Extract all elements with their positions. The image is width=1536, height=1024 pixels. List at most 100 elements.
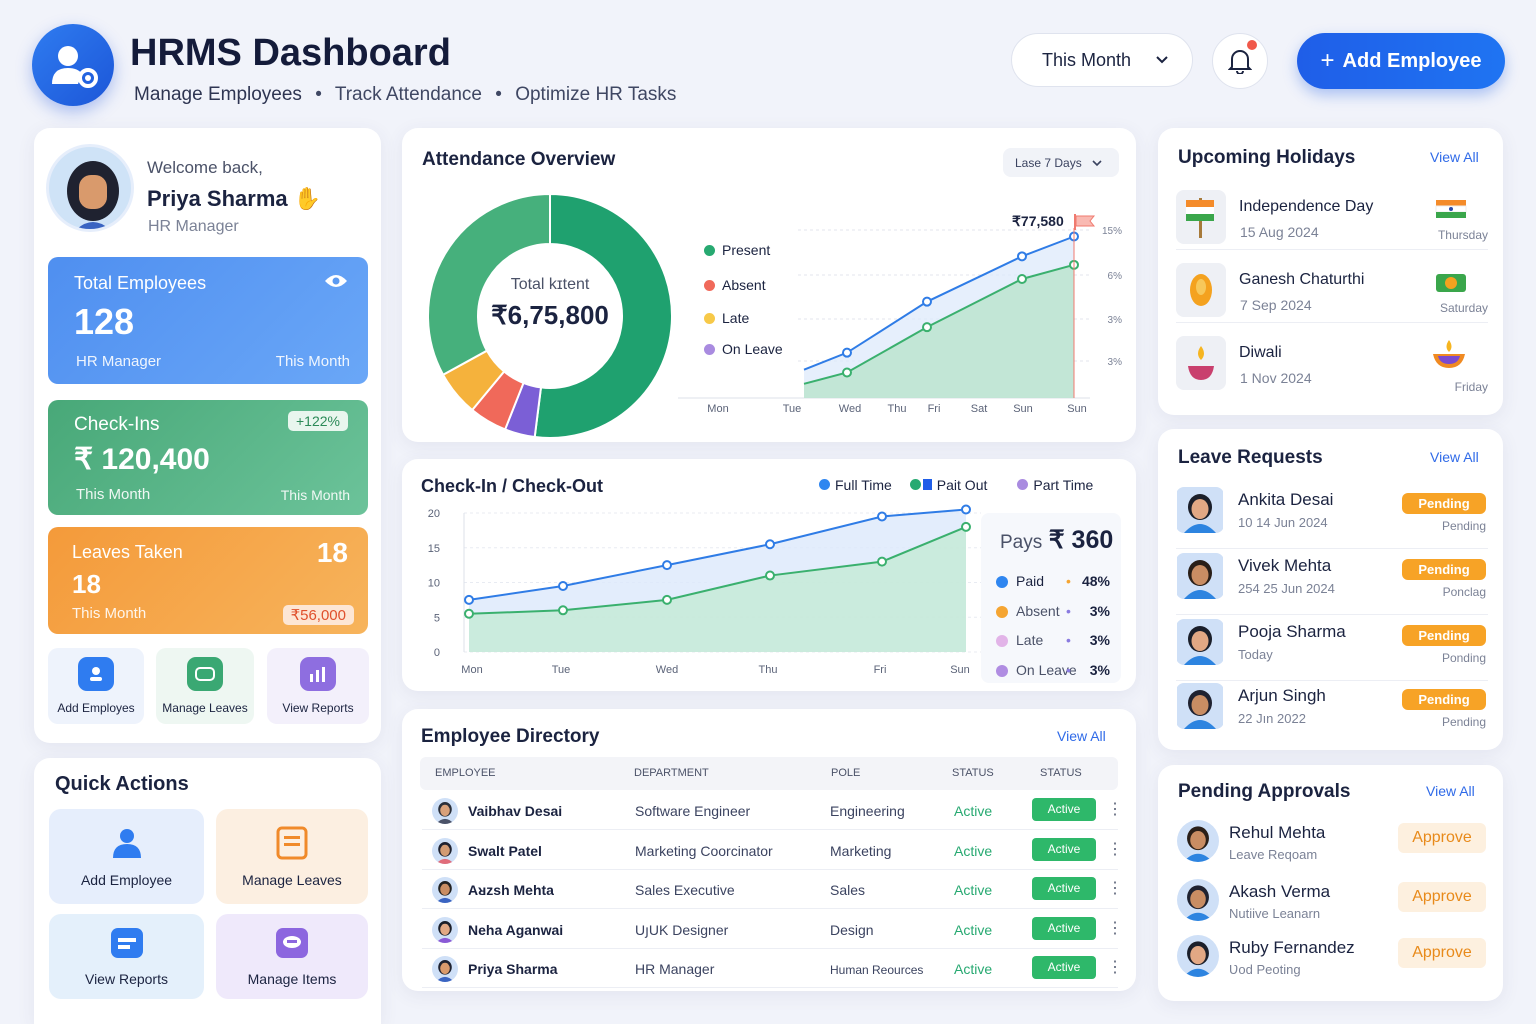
more-options-icon[interactable]: ⋮ (1107, 957, 1123, 977)
approver-name: Ruby Fernandez (1229, 938, 1355, 957)
table-row[interactable]: Priya Sharma HR Manager Human Reources Acti… (422, 949, 1123, 988)
table-row[interactable]: Vaibhav Desai Software Engineer Engineerin… (422, 791, 1123, 830)
holiday-flag-icon (1434, 198, 1468, 227)
holiday-date: 1 Nov 2024 (1240, 370, 1312, 386)
approval-item[interactable]: Akash Verma Nutiive Leanarn Approve (1176, 879, 1488, 931)
data-point (961, 521, 971, 532)
table-row[interactable]: Swalt Patel Marketing Coorcinator Marketin… (422, 831, 1123, 870)
more-options-icon[interactable]: ⋮ (1107, 839, 1123, 859)
user-icon (78, 657, 114, 691)
approval-type: Leave Reqoam (1229, 847, 1318, 862)
holiday-item[interactable]: Diwali 1 Nov 2024 Friday (1176, 336, 1488, 396)
breakdown-row: Absent • 3% (996, 603, 1110, 623)
department-cell: UյUK Designer (635, 921, 729, 938)
leave-status-caption: Ponding (1441, 651, 1486, 665)
breakdown-label: Absent (1016, 602, 1060, 619)
mini-action-add-employee[interactable]: Add Employes (48, 648, 144, 724)
approve-button[interactable]: Approve (1398, 938, 1486, 968)
pays-value: ₹ 360 (1048, 526, 1114, 554)
x-tick-label: Thu (888, 403, 907, 415)
breakdown-row: Late • 3% (996, 632, 1110, 652)
pending-badge: Pending (1402, 625, 1486, 646)
x-tick-label: Sat (971, 403, 988, 415)
mini-action-view-reports[interactable]: View Reports (267, 648, 369, 724)
status-text: Active (954, 921, 993, 938)
more-options-icon[interactable]: ⋮ (1107, 918, 1123, 938)
status-text: Active (954, 961, 993, 977)
breakdown-value: 48% (1081, 573, 1110, 589)
mini-action-manage-leaves[interactable]: Manage Leaves (156, 648, 254, 724)
holiday-name: Diwali (1239, 344, 1282, 361)
approver-name: Rehul Mehta (1229, 823, 1326, 842)
employee-name: Priya Sharma (468, 961, 558, 977)
range-select[interactable]: Lase 7 Days (1003, 148, 1119, 177)
table-row[interactable]: Neha Aganwai UյUK Designer Design Active Act… (422, 910, 1123, 949)
data-point (464, 608, 474, 619)
mini-action-label: Add Employes (57, 701, 135, 715)
mini-action-label: Manage Leaves (162, 701, 248, 715)
leave-requests-card: Leave Requests View All Ankita Desai 10 1… (1158, 429, 1503, 750)
directory-view-all-link[interactable]: View All (1057, 728, 1106, 744)
plus-icon: + (1320, 47, 1335, 74)
stat-big-right: 18 (316, 537, 348, 568)
avatar (1176, 553, 1224, 599)
attendance-trend-chart: 15% 6% 3% 3% Mon Tue Wed Thu Fri Sat Sun Sun (678, 226, 1122, 415)
y-tick-label: 5 (434, 612, 440, 624)
data-point (765, 539, 775, 550)
eye-icon[interactable] (324, 273, 348, 289)
leave-request-item[interactable]: Arjun Singh 22 Jın 2022 Pending Pending (1176, 683, 1488, 745)
data-point (765, 570, 775, 581)
column-header: DEPARTMENT (634, 767, 709, 779)
leave-icon (187, 657, 223, 691)
status-badge: Active (1032, 798, 1096, 821)
checkio-legend: Full Time Pait Out Part Time (819, 477, 1093, 493)
approval-item[interactable]: Ruby Fernandez Ʋod Peoting Approve (1176, 935, 1488, 987)
quick-action-label: Manage Items (247, 970, 337, 987)
approve-button[interactable]: Approve (1398, 823, 1486, 853)
stat-card-leaves-taken[interactable]: Leaves Taken 18 18 This Month ₹56,000 (48, 527, 368, 634)
employee-name: Aᴚzsh Mehta (468, 882, 554, 898)
data-point (1017, 274, 1027, 284)
user-name: Priya Sharma ✋ (147, 186, 321, 212)
approve-button[interactable]: Approve (1398, 882, 1486, 912)
table-row[interactable]: Aᴚzsh Mehta Sales Executive Sales Active Act… (422, 870, 1123, 909)
stat-left-caption: This Month (76, 486, 151, 503)
quick-action-manage-items[interactable]: Manage Items (216, 914, 368, 999)
leave-requests-view-all-link[interactable]: View All (1430, 449, 1479, 465)
requester-name: Vivek Mehta (1238, 556, 1332, 575)
subtitle-part: Optimize HR Tasks (515, 84, 677, 105)
notification-button[interactable] (1212, 33, 1268, 89)
leave-request-item[interactable]: Pooja Sharma Today Pending Ponding (1176, 619, 1488, 681)
leave-request-item[interactable]: Vivek Mehta 254 25 Jun 2024 Pending Ponclag (1176, 553, 1488, 615)
stat-value: 128 (74, 301, 135, 342)
quick-action-add-employee[interactable]: Add Employee (49, 809, 204, 904)
data-point (922, 322, 932, 333)
flag-icon (1074, 214, 1096, 230)
approval-type: Nutiive Leanarn (1229, 906, 1321, 921)
breakdown-value: 3% (1089, 661, 1110, 678)
holiday-flag-icon (1434, 271, 1468, 300)
holiday-item[interactable]: Independence Day 15 Aug 2024 Thursday (1176, 190, 1488, 250)
holidays-view-all-link[interactable]: View All (1430, 149, 1479, 165)
approvals-view-all-link[interactable]: View All (1426, 783, 1475, 799)
requester-name: Arjun Singh (1238, 686, 1326, 705)
more-options-icon[interactable]: ⋮ (1107, 878, 1123, 898)
avatar (46, 144, 134, 232)
y-tick-label: 15% (1102, 226, 1122, 237)
stat-card-total-employees[interactable]: Total Employees 128 HR Manager This Mont… (48, 257, 368, 384)
chat-icon (276, 927, 308, 958)
holiday-item[interactable]: Ganesh Chaturthi 7 Sep 2024 Saturday (1176, 263, 1488, 323)
holiday-day: Friday (1454, 380, 1488, 394)
more-options-icon[interactable]: ⋮ (1107, 799, 1123, 819)
legend-item: Full Time (819, 477, 892, 493)
stat-card-check-ins[interactable]: Check-Ins +122% ₹ 120,400 This Month Thi… (48, 400, 368, 515)
quick-action-manage-leaves[interactable]: Manage Leaves (216, 809, 368, 904)
quick-actions-title: Quick Actions (55, 773, 189, 795)
leave-request-item[interactable]: Ankita Desai 10 14 Jun 2024 Pending Pending (1176, 487, 1488, 549)
quick-action-view-reports[interactable]: View Reports (49, 914, 204, 999)
period-select[interactable]: This Month (1011, 33, 1193, 87)
approval-item[interactable]: Rehul Mehta Leave Reqoam Approve (1176, 820, 1488, 872)
department-cell: Marketing Coorcinator (635, 842, 773, 859)
add-employee-button[interactable]: + Add Employee (1297, 33, 1505, 89)
leave-dates: 22 Jın 2022 (1238, 711, 1306, 726)
